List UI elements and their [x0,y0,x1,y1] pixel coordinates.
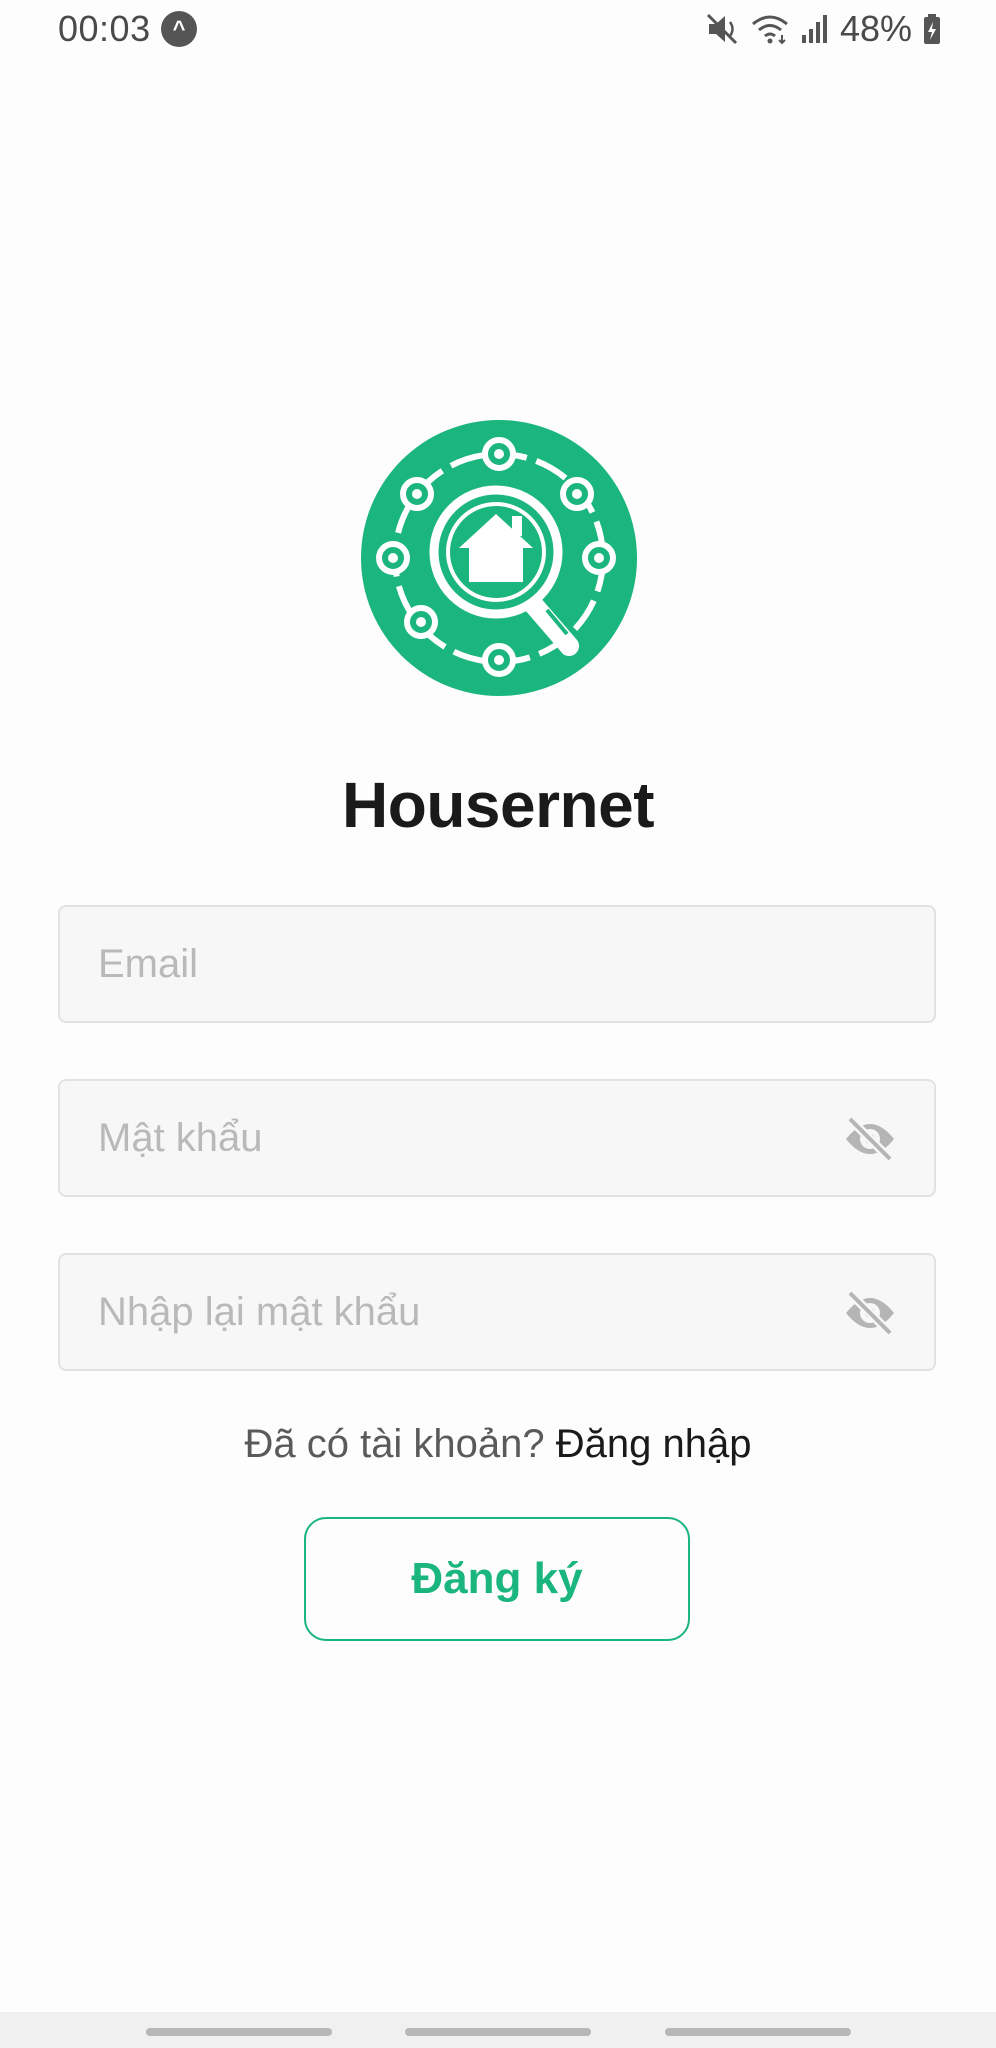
register-button[interactable]: Đăng ký [304,1517,690,1641]
battery-icon [924,14,940,44]
app-title: Housernet [342,769,655,841]
status-time: 00:03 [58,8,151,49]
eye-off-icon[interactable] [842,1113,898,1165]
mute-icon [706,13,737,45]
eye-off-icon[interactable] [842,1287,898,1339]
confirm-password-field[interactable] [58,1253,936,1371]
navigation-bar [0,2012,996,2048]
password-input[interactable] [98,1081,838,1195]
signup-screen: 00:03 ^ 48% Housernet Email Đã có tài kh… [0,0,996,2048]
wifi-icon [751,15,788,45]
status-icons: 48% [706,8,942,50]
signin-link[interactable]: Đăng nhập [556,1422,752,1466]
nav-recent-apps-button[interactable] [146,2028,332,2036]
nav-home-button[interactable] [405,2028,591,2036]
nav-back-button[interactable] [665,2028,851,2036]
battery-percent: 48% [839,8,912,49]
app-logo-icon [361,420,637,696]
password-field[interactable] [58,1079,936,1197]
status-bar: 00:03 ^ 48% [0,0,996,60]
app-notification-icon: ^ [161,11,197,47]
signin-row: Đã có tài khoản? Đăng nhập [0,1422,996,1467]
signal-icon [801,15,827,43]
email-field[interactable] [58,905,936,1023]
signin-prompt: Đã có tài khoản? [244,1422,556,1466]
confirm-password-input[interactable] [98,1255,838,1369]
email-input[interactable] [98,907,838,1021]
